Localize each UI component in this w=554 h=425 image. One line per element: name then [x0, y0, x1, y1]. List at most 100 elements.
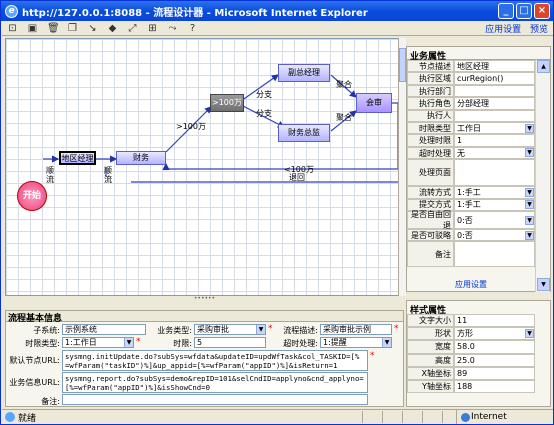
flow-canvas[interactable]: 开始 地区经理 财务 >100万 副总经理 财务总监 会审 顺流 顺流 >100…	[5, 38, 400, 296]
close-button[interactable]: ×	[534, 3, 550, 19]
prop-row: 备注	[407, 241, 535, 268]
edge-label-flow1: 顺流	[46, 166, 54, 184]
timelimit-field[interactable]: 5	[194, 337, 266, 348]
default-url-textarea[interactable]: sysmng.initUpdate.do?subSys=wfdata&updat…	[62, 350, 368, 371]
business-properties-panel: 业务属性 节点描述 地区经理 执行区域 curRegion() 执行部门 执行角色 分部经理…	[406, 46, 551, 292]
props-scrollbar[interactable]: ▲ ▼	[535, 60, 550, 292]
node-icon[interactable]: ◆	[107, 23, 118, 34]
prop-input[interactable]: 1	[454, 134, 535, 147]
biztype-select[interactable]: 采购审批 ▼	[194, 324, 266, 335]
edge-label-gt100w: >100万	[176, 122, 206, 131]
chevron-down-icon[interactable]: ▼	[525, 200, 534, 210]
prop-input[interactable]	[454, 241, 535, 268]
save-icon[interactable]: ▣	[27, 23, 38, 34]
timeout-label: 超时处理:	[283, 339, 318, 348]
prop-row: 执行人	[407, 109, 535, 122]
prop-value: 分部经理	[457, 98, 489, 108]
prop-row: 是否可驳略 0:否 ▼	[407, 229, 535, 242]
style-properties-title: 样式属性	[410, 306, 447, 316]
prop-label: 是否自由回退	[407, 210, 454, 230]
prop-select[interactable]: 0:否 ▼	[454, 211, 535, 229]
node-countersign[interactable]: 会审	[356, 93, 392, 113]
prop-input[interactable]	[454, 109, 535, 122]
preview-link[interactable]: 预览	[530, 25, 548, 35]
node-gt100[interactable]: >100万	[210, 94, 244, 112]
prop-input[interactable]: 58.0	[454, 340, 535, 354]
business-properties-title: 业务属性	[407, 47, 550, 62]
flowdesc-label: 流程描述:	[283, 326, 318, 335]
prop-input[interactable]: 分部经理	[454, 97, 535, 110]
prop-label: 执行区域	[407, 72, 454, 85]
prop-select[interactable]: 无 ▼	[454, 146, 535, 160]
prop-select[interactable]: 1:手工 ▼	[454, 198, 535, 211]
prop-row: 文字大小 11	[407, 314, 535, 328]
prop-input[interactable]	[454, 84, 535, 98]
page-icon	[5, 412, 15, 422]
minimize-button[interactable]: _	[498, 3, 514, 19]
prop-input[interactable]	[454, 159, 535, 187]
prop-label: Y轴坐标	[407, 380, 454, 394]
apply-settings-link[interactable]: 应用设置	[407, 279, 535, 290]
prop-value: 1:手工	[457, 200, 481, 210]
scrollbar-thumb[interactable]	[399, 48, 406, 82]
copy-icon[interactable]: ❐	[67, 23, 78, 34]
timetype-select[interactable]: 1:工作日 ▼	[62, 337, 134, 348]
prop-select[interactable]: 1:手工 ▼	[454, 186, 535, 199]
prop-value: 11	[457, 316, 468, 326]
node-region-manager[interactable]: 地区经理	[59, 151, 96, 165]
remark-field[interactable]	[62, 394, 368, 405]
prop-label: 时限类型	[407, 122, 454, 135]
prop-value: 无	[457, 148, 465, 158]
biz-url-textarea[interactable]: sysmng.report.do?subSys=demo&repID=101&s…	[62, 372, 368, 393]
designer-toolbar: ⊡ ▣ 🗑 ❐ ↘ ◆ ⤢ ⊞ ⤳ ? 应用设置 预览	[2, 21, 553, 36]
maximize-button[interactable]: □	[516, 3, 532, 19]
style-properties-panel: 样式属性 文字大小 11 形状 方形 ▼ 宽度 58.0 高度 25.0 X轴坐标 89 Y轴坐标 18…	[406, 300, 551, 407]
prop-input[interactable]: 25.0	[454, 353, 535, 367]
prop-row: 超时处理无 ▼	[407, 146, 535, 160]
timeout-select[interactable]: 1:提醒 ▼	[320, 337, 392, 348]
prop-select[interactable]: 方形 ▼	[454, 327, 535, 341]
prop-select[interactable]: 工作日 ▼	[454, 122, 535, 135]
prop-label: 宽度	[407, 340, 454, 354]
start-node[interactable]: 开始	[17, 181, 47, 211]
prop-row: 时限类型 工作日 ▼	[407, 122, 535, 135]
prop-input[interactable]: 11	[454, 314, 535, 328]
line-icon[interactable]: ↘	[87, 23, 98, 34]
prop-label: 形状	[407, 327, 454, 341]
prop-input[interactable]: 188	[454, 380, 535, 394]
chevron-down-icon[interactable]: ▼	[525, 329, 534, 339]
help-icon[interactable]: ?	[187, 23, 198, 34]
browser-window: e http://127.0.0.1:8088 - 流程设计器 - Micros…	[0, 0, 554, 425]
chevron-down-icon[interactable]: ▼	[525, 230, 534, 240]
prop-row: 形状 方形 ▼	[407, 327, 535, 341]
canvas-scrollbar[interactable]	[398, 38, 406, 296]
flow-edges	[43, 74, 399, 183]
delete-icon[interactable]: 🗑	[47, 23, 60, 34]
window-title: http://127.0.0.1:8088 - 流程设计器 - Microsof…	[22, 7, 368, 19]
prop-value: 1:手工	[457, 187, 481, 197]
prop-input[interactable]: curRegion()	[454, 72, 535, 85]
prop-label: 高度	[407, 353, 454, 367]
node-deputy-gm[interactable]: 副总经理	[278, 64, 330, 82]
flowdesc-field[interactable]: 采购审批示例	[320, 324, 392, 335]
prop-value: 0:否	[457, 215, 473, 225]
chevron-down-icon[interactable]: ▼	[525, 123, 534, 133]
prop-input[interactable]: 89	[454, 366, 535, 380]
node-finance-director[interactable]: 财务总监	[278, 124, 330, 142]
panel-splitter[interactable]: ••••••	[5, 296, 404, 302]
chevron-down-icon[interactable]: ▼	[525, 187, 534, 197]
zoom-icon[interactable]: ⊞	[147, 23, 158, 34]
node-finance[interactable]: 财务	[116, 151, 166, 165]
prop-select[interactable]: 0:否 ▼	[454, 229, 535, 242]
prop-input[interactable]: 地区经理	[454, 60, 535, 73]
app-settings-link[interactable]: 应用设置	[485, 25, 521, 35]
chevron-down-icon[interactable]: ▼	[525, 215, 534, 225]
zoom-fit-icon[interactable]: ⤢	[127, 23, 138, 34]
chevron-down-icon[interactable]: ▼	[525, 148, 534, 158]
subsystem-field[interactable]: 示例系统	[62, 324, 146, 335]
prop-value: 89	[457, 368, 468, 378]
select-icon[interactable]: ⊡	[7, 23, 18, 34]
prop-row: 节点描述 地区经理	[407, 60, 535, 73]
prop-label: 执行人	[407, 109, 454, 122]
trace-icon[interactable]: ⤳	[167, 23, 178, 34]
